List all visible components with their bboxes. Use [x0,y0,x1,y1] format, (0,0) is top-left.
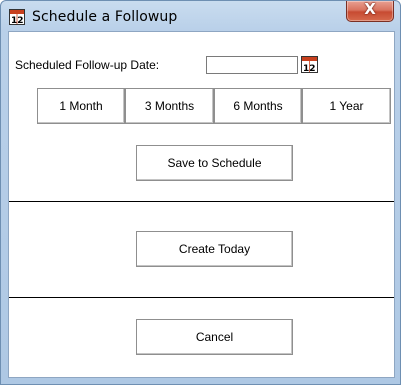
dialog-content: Scheduled Follow-up Date: 12 1 Month 3 M… [8,31,395,378]
save-to-schedule-button[interactable]: Save to Schedule [136,145,293,181]
window-title: Schedule a Followup [32,9,178,25]
dialog-window: 12 Schedule a Followup X Scheduled Follo… [0,0,401,385]
one-year-button[interactable]: 1 Year [302,88,391,124]
one-month-button[interactable]: 1 Month [37,88,125,124]
calendar-icon: 12 [9,9,25,26]
followup-date-input[interactable] [206,56,298,74]
six-months-button[interactable]: 6 Months [214,88,302,124]
close-icon: X [364,0,376,18]
date-label: Scheduled Follow-up Date: [15,58,160,72]
calendar-picker-icon[interactable]: 12 [301,56,318,74]
cancel-button[interactable]: Cancel [136,319,293,355]
three-months-button[interactable]: 3 Months [125,88,214,124]
close-button[interactable]: X [346,0,394,22]
divider [9,201,394,202]
title-bar[interactable]: 12 Schedule a Followup X [1,0,400,35]
create-today-button[interactable]: Create Today [136,231,293,267]
divider [9,297,394,298]
